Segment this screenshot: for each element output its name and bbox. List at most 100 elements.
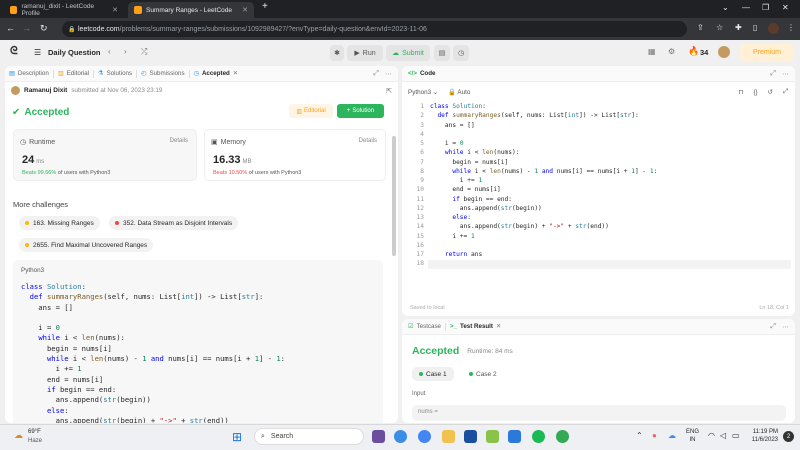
chrome-app-icon[interactable] [418,430,431,443]
chrome-profile-icon[interactable] [556,430,569,443]
maximize-panel-icon[interactable]: ⤢ [373,70,379,78]
challenge-163[interactable]: 163. Missing Ranges [19,216,100,230]
result-runtime: Runtime: 84 ms [467,347,513,355]
forward-arrow-icon[interactable]: → [22,23,31,33]
user-avatar[interactable] [718,46,730,58]
back-arrow-icon[interactable]: ← [6,23,15,33]
notes-button[interactable]: ▤ [434,45,450,61]
share-icon[interactable]: ⇱ [386,87,392,95]
tab-test-result[interactable]: >_ Test Result ✕ [446,323,505,330]
spotify-icon[interactable] [532,430,545,443]
close-tab-icon[interactable]: ✕ [496,323,501,330]
maximize-panel-icon[interactable]: ⤢ [770,323,776,331]
reload-icon[interactable]: ↻ [40,23,48,34]
run-button[interactable]: ▶ Run [347,45,383,61]
bookmark-star-icon[interactable]: ☆ [716,23,723,32]
auto-complete-toggle[interactable]: 🔒 Auto [448,88,470,96]
runtime-card[interactable]: ◷ Runtime Details 24 ms Beats 99.66% of u… [13,129,197,181]
daily-question-link[interactable]: Daily Question [48,48,101,57]
format-braces-icon[interactable]: {} [753,89,757,96]
timer-button[interactable]: ◷ [453,45,469,61]
tab-testcase[interactable]: ☑ Testcase [402,323,445,330]
file-explorer-icon[interactable] [442,430,455,443]
case-1-button[interactable]: Case 1 [412,367,454,381]
next-problem-icon[interactable]: › [124,47,127,56]
new-tab-icon[interactable]: + [262,1,268,12]
bookmark-icon[interactable]: ⊓ [739,89,744,96]
tray-chevron-icon[interactable]: ⌃ [636,431,643,440]
debug-button[interactable]: ✱ [330,45,344,61]
play-icon: ▶ [354,50,360,57]
layout-grid-icon[interactable]: ▦ [648,47,656,56]
battery-icon[interactable]: ▭ [732,431,740,440]
browser-tab-profile[interactable]: ramanuj_dixit - LeetCode Profile ✕ [4,2,124,18]
chrome-menu-icon[interactable]: ⋮ [787,23,795,32]
sidebar-icon[interactable]: ▯ [753,23,757,32]
install-app-icon[interactable]: ⇪ [697,23,704,32]
tab-description[interactable]: ▤ Description [5,70,53,77]
memory-card[interactable]: ▣ Memory Details 16.33 MB Beats 10.50% of… [204,129,386,181]
left-panel-scrollbar[interactable] [392,136,396,256]
panel-menu-icon[interactable]: ⋯ [782,70,789,78]
taskbar-search[interactable]: ⌕ Search [254,428,364,445]
case-2-button[interactable]: Case 2 [462,367,504,381]
tab-editorial[interactable]: ▥ Editorial [54,70,93,77]
note-icon: ▤ [438,50,446,57]
onedrive-cloud-icon[interactable]: ☁ [668,431,676,440]
author-avatar[interactable] [11,86,20,95]
challenge-2655[interactable]: 2655. Find Maximal Uncovered Ranges [19,238,154,252]
tab-solutions[interactable]: ⚗ Solutions [94,70,136,77]
close-tab-icon[interactable]: ✕ [112,6,118,14]
memory-details-link[interactable]: Details [359,138,377,144]
language-select[interactable]: Python3 ⌄ [408,89,438,96]
leetcode-logo-icon[interactable]: ᘓ [10,45,18,58]
minimize-icon[interactable]: — [742,3,750,12]
profile-avatar[interactable] [768,23,779,34]
tab-accepted[interactable]: ◷ Accepted ✕ [190,70,242,77]
url-bar[interactable]: 🔒 leetcode.com/problems/summary-ranges/s… [62,21,687,37]
browser-tab-summary-ranges[interactable]: Summary Ranges - LeetCode ✕ [128,2,254,18]
maximize-panel-icon[interactable]: ⤢ [770,70,776,78]
notification-badge[interactable]: 2 [783,431,794,442]
panel-menu-icon[interactable]: ⋯ [782,323,789,331]
panel-menu-icon[interactable]: ⋯ [385,70,392,78]
close-tab-icon[interactable]: ✕ [242,6,248,14]
premium-button[interactable]: Premium [740,44,794,61]
code-editor[interactable]: class Solution: def summaryRanges(self, … [430,102,657,259]
editorial-button[interactable]: ▥ Editorial [289,104,333,118]
clock-icon: ◷ [457,50,465,57]
problem-list-icon[interactable]: ☰ [34,48,41,57]
close-window-icon[interactable]: ✕ [782,3,789,12]
prev-problem-icon[interactable]: ‹ [108,47,111,56]
code-brackets-icon: </> [408,70,417,77]
solution-button[interactable]: + Solution [337,104,384,118]
extensions-puzzle-icon[interactable]: ✚ [735,23,742,32]
maximize-icon[interactable]: ❐ [762,3,769,12]
weather-desc[interactable]: Haze [28,438,42,444]
close-tab-icon[interactable]: ✕ [233,70,238,77]
reset-code-icon[interactable]: ↺ [768,89,773,96]
app-icon[interactable] [486,430,499,443]
tab-list-chevron-icon[interactable]: ⌄ [722,3,729,12]
clock[interactable]: 11:19 PM 11/6/2023 [746,428,778,444]
windows-start-icon[interactable]: ⊞ [232,430,242,444]
vscode-icon[interactable] [508,430,521,443]
expand-editor-icon[interactable]: ⤢ [783,88,788,96]
tab-submissions[interactable]: ◴ Submissions [137,70,188,77]
task-view-icon[interactable] [372,430,385,443]
settings-gear-icon[interactable]: ⚙ [668,47,675,56]
runtime-details-link[interactable]: Details [170,138,188,144]
submit-button[interactable]: ☁ Submit [386,45,430,61]
weather-temp[interactable]: 69°F [28,429,41,435]
challenge-352[interactable]: 352. Data Stream as Disjoint Intervals [109,216,239,230]
word-style-app-icon[interactable] [464,430,477,443]
chat-app-icon[interactable] [394,430,407,443]
leetcode-favicon-icon [10,6,18,14]
input-language[interactable]: ENG IN [686,428,699,444]
tray-app-icon[interactable]: ● [652,431,657,440]
tab-code[interactable]: </> Code [402,70,439,77]
volume-icon[interactable]: ◁ [720,431,726,440]
shuffle-icon[interactable]: ⤮ [141,47,147,57]
medium-difficulty-dot [25,243,29,247]
wifi-icon[interactable]: ◠ [708,431,715,440]
